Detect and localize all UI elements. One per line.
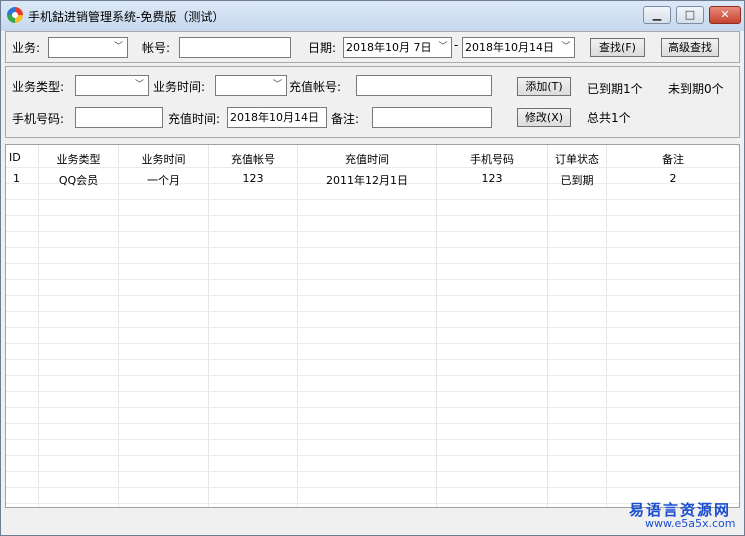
expired-count: 已到期1个 (587, 82, 643, 96)
chevron-down-icon: ﹀ (438, 42, 448, 52)
column-header-id[interactable]: ID (9, 151, 37, 164)
table-cell-business-time[interactable]: 一个月 (119, 172, 208, 188)
grid-row-line (6, 375, 739, 376)
grid-row-line (6, 215, 739, 216)
business-time-label: 业务时间: (153, 80, 206, 94)
table-cell-business-type[interactable]: QQ会员 (39, 172, 118, 188)
find-button[interactable]: 查找(F) (590, 38, 645, 57)
advanced-find-button[interactable]: 高级查找 (661, 38, 719, 57)
date-label: 日期: (308, 41, 337, 55)
grid-row-line (6, 439, 739, 440)
chevron-down-icon: ﹀ (272, 80, 282, 90)
minimize-button[interactable]: ▁ (643, 6, 671, 24)
business-time-combo[interactable]: ﹀ (215, 75, 287, 96)
table-cell-phone[interactable]: 123 (437, 172, 547, 185)
add-button[interactable]: 添加(T) (517, 77, 571, 96)
table-cell-remark[interactable]: 2 (607, 172, 739, 185)
grid-row-line (6, 167, 739, 168)
recharge-account-label: 充值帐号: (289, 80, 342, 94)
table-cell-id[interactable]: 1 (13, 172, 37, 185)
grid-row-line (6, 343, 739, 344)
title-bar[interactable]: 手机鈷进销管理系统-免费版（测试） ▁ □ ✕ (1, 1, 744, 31)
date-to-value: 2018年10月14日 (465, 41, 554, 54)
grid-row-line (6, 199, 739, 200)
grid-row-line (6, 487, 739, 488)
grid-row-line (6, 295, 739, 296)
modify-button[interactable]: 修改(X) (517, 108, 571, 127)
chevron-down-icon: ﹀ (561, 42, 571, 52)
grid-row-line (6, 263, 739, 264)
records-table[interactable]: ID 业务类型 业务时间 充值帐号 充值时间 手机号码 订单状态 备注 1 QQ… (5, 144, 740, 508)
chevron-down-icon: ﹀ (134, 80, 144, 90)
column-header-phone[interactable]: 手机号码 (437, 151, 547, 167)
watermark-url: www.e5a5x.com (645, 517, 736, 530)
table-cell-recharge-account[interactable]: 123 (209, 172, 297, 185)
recharge-account-input[interactable] (356, 75, 492, 96)
table-cell-order-status[interactable]: 已到期 (548, 172, 606, 188)
column-header-remark[interactable]: 备注 (607, 151, 739, 167)
not-expired-count: 未到期0个 (668, 82, 724, 96)
recharge-time-label: 充值时间: (168, 112, 221, 126)
grid-row-line (6, 327, 739, 328)
column-header-business-time[interactable]: 业务时间 (119, 151, 208, 167)
table-cell-recharge-time[interactable]: 2011年12月1日 (298, 172, 436, 188)
business-label: 业务: (12, 41, 41, 55)
grid-row-line (6, 423, 739, 424)
account-input[interactable] (179, 37, 291, 58)
grid-row-line (6, 407, 739, 408)
window-title: 手机鈷进销管理系统-免费版（测试） (28, 10, 225, 24)
chevron-down-icon: ﹀ (113, 42, 123, 52)
maximize-button[interactable]: □ (676, 6, 704, 24)
date-from-value: 2018年10月 7日 (346, 41, 432, 54)
app-icon (7, 7, 23, 23)
date-to-picker[interactable]: 2018年10月14日 ﹀ (462, 37, 575, 58)
column-header-business-type[interactable]: 业务类型 (39, 151, 118, 167)
grid-row-line (6, 359, 739, 360)
recharge-time-input[interactable]: 2018年10月14日 (227, 107, 327, 128)
grid-row-line (6, 455, 739, 456)
grid-row-line (6, 471, 739, 472)
account-label: 帐号: (142, 41, 171, 55)
business-type-label: 业务类型: (12, 80, 65, 94)
total-count: 总共1个 (587, 111, 631, 125)
grid-row-line (6, 279, 739, 280)
date-from-picker[interactable]: 2018年10月 7日 ﹀ (343, 37, 452, 58)
phone-label: 手机号码: (12, 112, 65, 126)
business-combo[interactable]: ﹀ (48, 37, 128, 58)
close-button[interactable]: ✕ (709, 6, 741, 24)
remark-label: 备注: (331, 112, 360, 126)
grid-row-line (6, 311, 739, 312)
grid-row-line (6, 247, 739, 248)
column-header-recharge-time[interactable]: 充值时间 (298, 151, 436, 167)
main-window: 手机鈷进销管理系统-免费版（测试） ▁ □ ✕ 业务: ﹀ 帐号: 日期: 20… (0, 0, 745, 536)
date-separator: - (454, 38, 459, 52)
remark-input[interactable] (372, 107, 492, 128)
column-header-order-status[interactable]: 订单状态 (548, 151, 606, 167)
business-type-combo[interactable]: ﹀ (75, 75, 149, 96)
phone-input[interactable] (75, 107, 163, 128)
column-header-recharge-account[interactable]: 充值帐号 (209, 151, 297, 167)
grid-row-line (6, 391, 739, 392)
grid-row-line (6, 231, 739, 232)
